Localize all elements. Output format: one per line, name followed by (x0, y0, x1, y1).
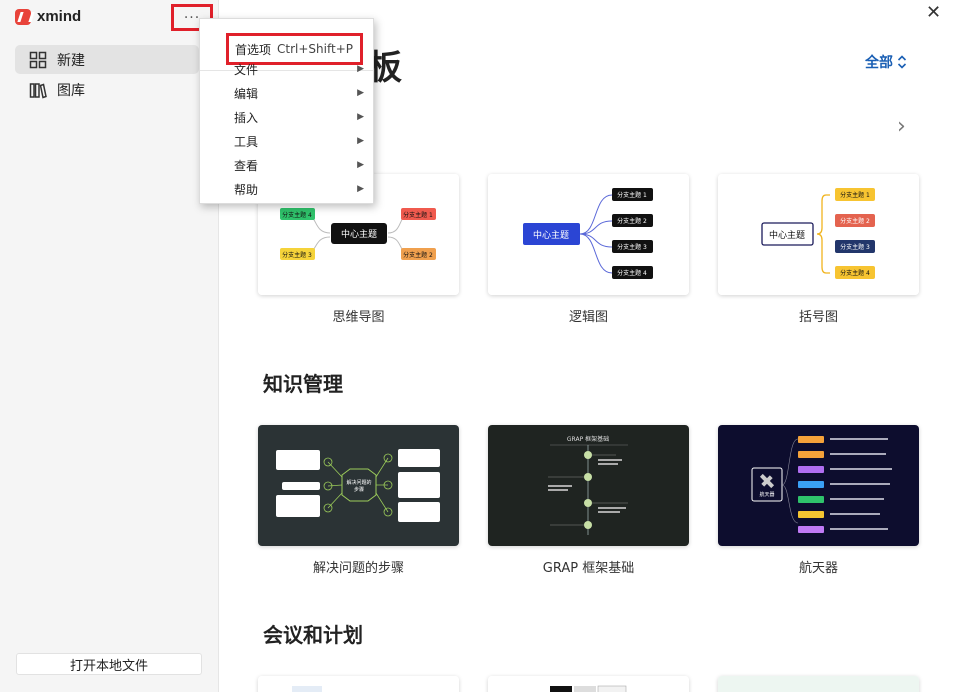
menu-item-label: 查看 (234, 158, 259, 173)
submenu-arrow-icon: ▶ (357, 184, 364, 194)
template-card-logic[interactable]: 中心主题 分支主题 1 分支主题 2 分支主题 3 分支主题 4 (488, 174, 689, 295)
sidebar-nav: 新建 图库 (15, 45, 199, 105)
problem-solving-preview: 解决问题的 步骤 (258, 425, 459, 546)
template-card-brace[interactable]: 中心主题 分支主题 1 分支主题 2 分支主题 3 分支主题 4 (718, 174, 919, 295)
submenu-arrow-icon: ▶ (357, 136, 364, 146)
sidebar-item-new[interactable]: 新建 (15, 45, 199, 74)
brand: xmind (15, 8, 81, 25)
menu-item-label: 首选项 (235, 42, 272, 57)
topic-1: 分支主题 1 (617, 191, 647, 199)
app-window: xmind ··· 新建 图库 打开本地文件 板 全部 ✕ › 中心主题 分支主… (0, 0, 957, 692)
topic-3: 分支主题 3 (282, 251, 312, 259)
more-dropdown-menu: 首选项 Ctrl+Shift+P 文件 ▶ 编辑 ▶ 插入 ▶ 工具 ▶ 查看 … (199, 18, 374, 204)
chevron-right-icon[interactable]: › (897, 114, 906, 139)
template-card-problem-solving[interactable]: 解决问题的 步骤 (258, 425, 459, 546)
template-label: 航天器 (798, 561, 838, 576)
center-topic: 中心主题 (769, 229, 805, 241)
menu-item-insert[interactable]: 插入 ▶ (234, 107, 364, 127)
filter-dropdown[interactable]: 全部 (865, 52, 907, 72)
center-topic: 中心主题 (341, 228, 377, 240)
template-label: 逻辑图 (568, 310, 608, 325)
app-name: xmind (37, 8, 82, 25)
filter-label: 全部 (865, 55, 893, 71)
meeting-preview (718, 676, 919, 692)
menu-item-edit[interactable]: 编辑 ▶ (234, 83, 364, 103)
spacecraft-center: 航天器 (759, 491, 774, 498)
xmind-logo-icon (15, 8, 31, 25)
template-label: GRAP 框架基础 (542, 561, 635, 576)
menu-item-view[interactable]: 查看 ▶ (234, 155, 364, 175)
topic-1: 分支主题 1 (403, 211, 433, 219)
submenu-arrow-icon: ▶ (357, 88, 364, 98)
sidebar-item-gallery[interactable]: 图库 (15, 75, 199, 104)
topic-1: 分支主题 1 (840, 191, 870, 199)
menu-item-label: 文件 (234, 62, 259, 77)
topic-4: 分支主题 4 (840, 269, 870, 277)
submenu-arrow-icon: ▶ (357, 112, 364, 122)
section-title: 知识管理 (263, 372, 343, 396)
logic-preview: 中心主题 分支主题 1 分支主题 2 分支主题 3 分支主题 4 (488, 174, 689, 295)
template-card-meeting-3[interactable] (718, 676, 919, 692)
menu-item-file[interactable]: 文件 ▶ (234, 59, 364, 79)
svg-text:步骤: 步骤 (354, 486, 364, 493)
topic-3: 分支主题 3 (840, 243, 870, 251)
template-card-meeting-2[interactable] (488, 676, 689, 692)
template-card-spacecraft[interactable]: 航天器 (718, 425, 919, 546)
menu-shortcut: Ctrl+Shift+P (277, 42, 353, 56)
menu-item-help[interactable]: 帮助 ▶ (234, 179, 364, 199)
menu-item-label: 编辑 (234, 86, 259, 101)
section-title: 会议和计划 (263, 623, 363, 647)
topic-4: 分支主题 4 (617, 269, 647, 277)
open-local-file-button[interactable]: 打开本地文件 (16, 653, 202, 675)
template-label: 解决问题的步骤 (312, 561, 404, 576)
sidebar: xmind ··· 新建 图库 打开本地文件 (0, 0, 219, 692)
updown-chevron-icon (897, 55, 907, 69)
grap-center: GRAP 框架基础 (567, 435, 609, 443)
library-icon (29, 81, 47, 99)
menu-item-label: 工具 (234, 134, 259, 149)
template-card-grap[interactable]: GRAP 框架基础 (488, 425, 689, 546)
svg-text:解决问题的: 解决问题的 (346, 479, 371, 486)
topic-2: 分支主题 2 (403, 251, 433, 259)
template-label: 括号图 (798, 310, 838, 325)
menu-item-tools[interactable]: 工具 ▶ (234, 131, 364, 151)
grid-icon (29, 51, 47, 69)
topic-2: 分支主题 2 (617, 217, 647, 225)
template-card-meeting-1[interactable] (258, 676, 459, 692)
topic-2: 分支主题 2 (840, 217, 870, 225)
meeting-preview (488, 676, 689, 692)
grap-preview: GRAP 框架基础 (488, 425, 689, 546)
menu-item-label: 插入 (234, 110, 259, 125)
submenu-arrow-icon: ▶ (357, 160, 364, 170)
template-label: 思维导图 (332, 310, 385, 325)
topic-3: 分支主题 3 (617, 243, 647, 251)
center-topic: 中心主题 (533, 229, 569, 241)
menu-item-label: 帮助 (234, 182, 259, 197)
meeting-preview (258, 676, 459, 692)
close-icon[interactable]: ✕ (926, 4, 941, 22)
sidebar-item-label: 新建 (57, 52, 85, 69)
submenu-arrow-icon: ▶ (357, 64, 364, 74)
topic-4: 分支主题 4 (282, 211, 312, 219)
sidebar-item-label: 图库 (57, 82, 85, 99)
brace-preview: 中心主题 分支主题 1 分支主题 2 分支主题 3 分支主题 4 (718, 174, 919, 295)
spacecraft-preview: 航天器 (718, 425, 919, 546)
